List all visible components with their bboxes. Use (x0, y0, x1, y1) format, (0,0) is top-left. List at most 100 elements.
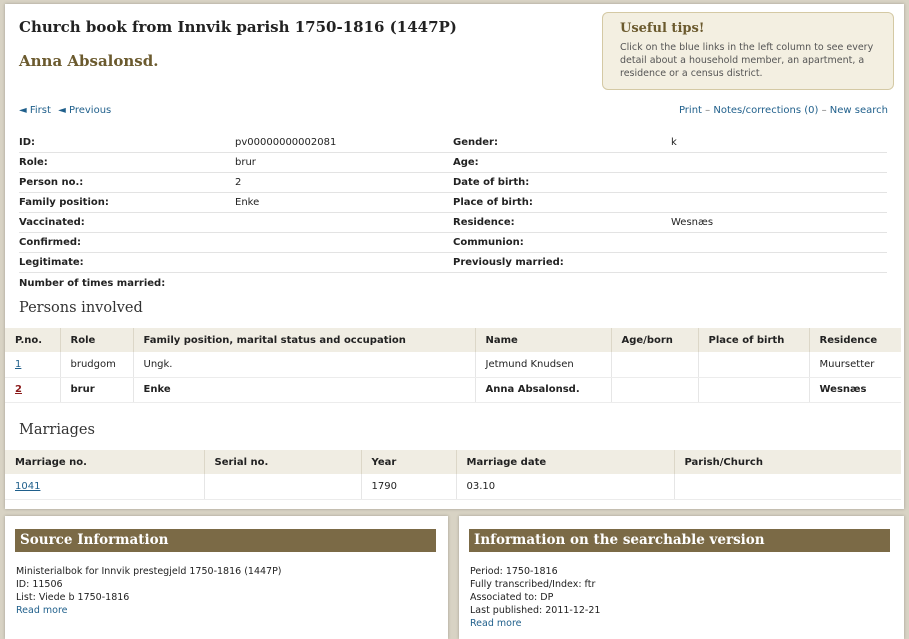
detail-label: Family position: (19, 197, 109, 208)
column-header: Year (361, 450, 457, 474)
detail-label: ID: (19, 137, 36, 148)
table-header-row: Marriage no. Serial no. Year Marriage da… (5, 450, 901, 474)
version-line: Fully transcribed/Index: ftr (470, 579, 596, 590)
detail-row: ID: pv00000000002081 Gender: k (19, 133, 887, 153)
detail-label: Vaccinated: (19, 217, 85, 228)
detail-label: Gender: (453, 137, 498, 148)
table-row: 1041 1790 03.10 (5, 474, 901, 500)
notes-corrections-link[interactable]: Notes/corrections (0) (713, 105, 818, 116)
detail-label: Confirmed: (19, 237, 82, 248)
role-cell: brudgom (60, 352, 134, 378)
persons-involved-table: P.no. Role Family position, marital stat… (5, 328, 901, 403)
separator: – (705, 105, 711, 116)
birthplace-cell (698, 377, 810, 403)
tips-title: Useful tips! (620, 21, 705, 36)
column-header: Marriage no. (5, 450, 205, 474)
previous-link[interactable]: ◄ Previous (58, 105, 111, 116)
separator: – (821, 105, 827, 116)
marriages-heading: Marriages (19, 422, 95, 438)
source-information-panel: Source Information Ministerialbok for In… (5, 516, 448, 639)
useful-tips-box: Useful tips! Click on the blue links in … (602, 12, 894, 90)
parish-cell (674, 474, 901, 500)
detail-label: Age: (453, 157, 479, 168)
print-link[interactable]: Print (679, 105, 702, 116)
column-header: Name (475, 328, 612, 352)
version-read-more-link[interactable]: Read more (470, 617, 600, 630)
person-details: ID: pv00000000002081 Gender: k Role: bru… (19, 133, 887, 293)
detail-label: Place of birth: (453, 197, 533, 208)
detail-row: Legitimate: Previously married: (19, 253, 887, 273)
source-information-header: Source Information (15, 529, 436, 552)
role-cell: brur (60, 377, 134, 403)
persons-involved-heading: Persons involved (19, 300, 143, 316)
table-row: 1 brudgom Ungk. Jetmund Knudsen Muursett… (5, 352, 901, 378)
column-header: Parish/Church (674, 450, 901, 474)
pno-cell: 1 (5, 352, 61, 378)
page-title: Church book from Innvik parish 1750-1816… (19, 18, 457, 36)
person-number-link[interactable]: 1 (15, 359, 21, 370)
detail-value: pv00000000002081 (235, 137, 337, 148)
name-cell: Jetmund Knudsen (475, 352, 612, 378)
searchable-version-body: Period: 1750-1816 Fully transcribed/Inde… (470, 565, 600, 630)
age-cell (611, 352, 699, 378)
serial-cell (204, 474, 362, 500)
searchable-version-panel: Information on the searchable version Pe… (459, 516, 904, 639)
detail-value: brur (235, 157, 256, 168)
age-cell (611, 377, 699, 403)
name-cell: Anna Absalonsd. (475, 377, 612, 403)
source-line: Ministerialbok for Innvik prestegjeld 17… (16, 566, 282, 577)
detail-value: k (671, 137, 677, 148)
detail-value: 2 (235, 177, 242, 188)
year-cell: 1790 (361, 474, 457, 500)
detail-row: Person no.: 2 Date of birth: (19, 173, 887, 193)
detail-value: Enke (235, 197, 260, 208)
source-line: ID: 11506 (16, 579, 63, 590)
detail-row: Confirmed: Communion: (19, 233, 887, 253)
page-actions: Print – Notes/corrections (0) – New sear… (679, 105, 888, 116)
record-navigation: ◄ First ◄ Previous (19, 105, 115, 116)
version-line: Period: 1750-1816 (470, 566, 558, 577)
column-header: P.no. (5, 328, 61, 352)
detail-row: Family position: Enke Place of birth: (19, 193, 887, 213)
main-panel: Church book from Innvik parish 1750-1816… (5, 4, 904, 509)
position-cell: Ungk. (133, 352, 476, 378)
detail-label: Residence: (453, 217, 515, 228)
tips-text: Click on the blue links in the left colu… (620, 42, 874, 79)
position-cell: Enke (133, 377, 476, 403)
column-header: Role (60, 328, 134, 352)
marriage-number-link[interactable]: 1041 (15, 481, 40, 492)
person-number-link[interactable]: 2 (15, 384, 22, 395)
column-header: Age/born (611, 328, 699, 352)
table-header-row: P.no. Role Family position, marital stat… (5, 328, 901, 352)
residence-cell: Wesnæs (809, 377, 901, 403)
residence-cell: Muursetter (809, 352, 901, 378)
table-row: 2 brur Enke Anna Absalonsd. Wesnæs (5, 377, 901, 403)
detail-label: Legitimate: (19, 257, 84, 268)
detail-row: Number of times married: (19, 273, 887, 293)
new-search-link[interactable]: New search (830, 105, 888, 116)
version-line: Last published: 2011-12-21 (470, 605, 601, 616)
marriages-table: Marriage no. Serial no. Year Marriage da… (5, 450, 901, 500)
column-header: Serial no. (204, 450, 362, 474)
pno-cell: 2 (5, 377, 61, 403)
detail-label: Date of birth: (453, 177, 530, 188)
birthplace-cell (698, 352, 810, 378)
column-header: Marriage date (456, 450, 675, 474)
detail-row: Role: brur Age: (19, 153, 887, 173)
date-cell: 03.10 (456, 474, 675, 500)
first-link[interactable]: ◄ First (19, 105, 51, 116)
detail-label: Previously married: (453, 257, 564, 268)
person-name-heading: Anna Absalonsd. (19, 52, 159, 70)
column-header: Place of birth (698, 328, 810, 352)
detail-label: Role: (19, 157, 48, 168)
column-header: Family position, marital status and occu… (133, 328, 476, 352)
detail-row: Vaccinated: Residence: Wesnæs (19, 213, 887, 233)
detail-value: Wesnæs (671, 217, 714, 228)
source-read-more-link[interactable]: Read more (16, 604, 282, 617)
version-line: Associated to: DP (470, 592, 554, 603)
detail-label: Person no.: (19, 177, 84, 188)
detail-label: Number of times married: (19, 277, 166, 289)
detail-label: Communion: (453, 237, 524, 248)
source-information-body: Ministerialbok for Innvik prestegjeld 17… (16, 565, 282, 617)
column-header: Residence (809, 328, 901, 352)
